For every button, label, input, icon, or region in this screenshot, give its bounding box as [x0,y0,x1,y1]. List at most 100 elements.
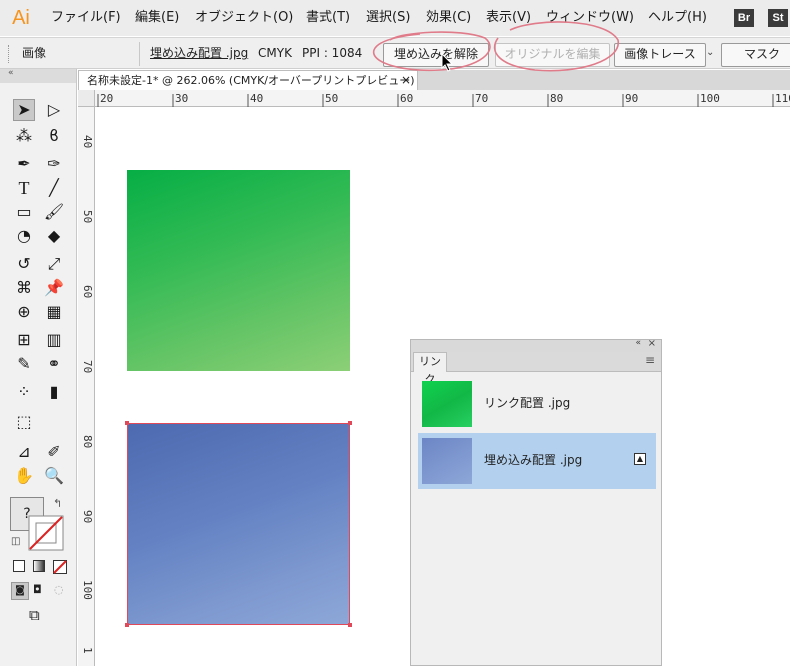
ruler-h-label: 100 [700,92,720,105]
ruler-h-label: 70 [475,92,489,105]
column-graph-tool-icon[interactable]: ▮ [43,381,65,403]
artboard-tool-icon[interactable]: ⬚ [13,411,35,433]
none-mode-icon[interactable] [53,560,67,574]
eyedropper-tool-icon[interactable]: ✎ [13,353,35,375]
ruler-v-label: 100 [81,580,94,600]
collapse-panel-icon[interactable]: « [635,338,641,348]
vertical-ruler[interactable]: 40 50 60 70 80 90 100 1 [78,107,95,666]
ruler-v-label: 40 [81,135,94,149]
file-name-link[interactable]: 埋め込み配置 .jpg [150,46,248,60]
embedded-image-blue[interactable] [125,421,352,627]
ruler-v-label: 80 [81,435,94,449]
paintbrush-tool-icon[interactable]: 🖌 [43,201,65,223]
chevron-down-icon[interactable]: ⌄ [706,47,714,58]
app-logo: Ai [12,7,30,29]
ruler-origin[interactable] [78,90,95,107]
knife-tool-icon[interactable]: ✐ [43,441,65,463]
collapse-panel-icon[interactable]: « [8,68,14,78]
ruler-h-label: 90 [625,92,639,105]
perspective-grid-tool-icon[interactable]: ▦ [43,301,65,323]
mouse-cursor-icon [441,53,454,72]
draw-normal-icon[interactable]: ◙ [11,582,29,600]
tools-panel: « ➤ ▷ ⁂ ϐ ✒ ✑ T ╱ ▭ 🖌 ◔ ◆ ↺ ⤢ ⌘ 📌 ⊕ ▦ ⊞ … [0,68,77,666]
eraser-tool-icon[interactable]: ◆ [43,225,65,247]
panel-menu-icon[interactable]: ≡ [645,353,655,367]
pen-tool-icon[interactable]: ✒ [13,153,35,175]
zoom-tool-icon[interactable]: 🔍 [43,465,65,487]
ppi-label: PPI : 1084 [302,46,363,60]
embedded-icon: ▲ [634,453,646,465]
default-fill-stroke-icon[interactable]: ◫ [11,536,20,547]
selection-handle[interactable] [348,623,352,627]
puppet-warp-tool-icon[interactable]: 📌 [43,277,65,299]
selection-handle[interactable] [125,623,129,627]
gradient-mode-icon[interactable] [33,560,45,572]
link-thumbnail [422,381,472,427]
object-type-label: 画像 [22,46,47,60]
ruler-v-label: 90 [81,510,94,524]
direct-selection-tool-icon[interactable]: ▷ [43,99,65,121]
links-panel-tabbar: リンク ≡ [411,352,661,386]
menu-object[interactable]: オブジェクト(O) [195,10,293,26]
ruler-v-label: 70 [81,360,94,374]
menu-type[interactable]: 書式(T) [306,10,350,26]
line-tool-icon[interactable]: ╱ [43,177,65,199]
lasso-tool-icon[interactable]: ϐ [43,125,65,147]
draw-behind-icon[interactable]: ◘ [33,583,42,596]
ruler-v-label: 60 [81,285,94,299]
ruler-h-label: 80 [550,92,564,105]
menu-edit[interactable]: 編集(E) [135,10,179,26]
link-item-name: 埋め込み配置 .jpg [484,453,583,467]
bridge-button[interactable]: Br [734,9,754,27]
scale-tool-icon[interactable]: ⤢ [43,253,65,275]
link-item[interactable]: リンク配置 .jpg [418,376,656,432]
curvature-tool-icon[interactable]: ✑ [43,153,65,175]
tab-links[interactable]: リンク [413,352,447,386]
rotate-tool-icon[interactable]: ↺ [13,253,35,275]
mesh-tool-icon[interactable]: ⊞ [13,329,35,351]
blend-tool-icon[interactable]: ⚭ [43,353,65,375]
screen-mode-icon[interactable]: ⧉ [29,606,40,624]
ruler-h-label: 50 [325,92,339,105]
symbol-sprayer-tool-icon[interactable]: ⁘ [13,381,35,403]
selection-handle[interactable] [348,421,352,425]
divider [139,42,140,66]
ruler-v-label: 50 [81,210,94,224]
menu-help[interactable]: ヘルプ(H) [648,10,707,26]
ruler-v-label: 1 [81,647,94,654]
shape-builder-tool-icon[interactable]: ⊕ [13,301,35,323]
mask-button[interactable]: マスク [721,43,790,67]
shaper-tool-icon[interactable]: ◔ [13,225,35,247]
ruler-h-label: 30 [175,92,189,105]
ruler-h-label: 20 [100,92,114,105]
menu-file[interactable]: ファイル(F) [51,10,121,26]
width-tool-icon[interactable]: ⌘ [13,277,35,299]
stroke-none-swatch[interactable] [28,515,64,551]
selection-handle[interactable] [125,421,129,425]
gradient-tool-icon[interactable]: ▥ [43,329,65,351]
control-grip[interactable] [8,45,11,63]
ruler-h-label: 110 [775,92,790,105]
close-panel-icon[interactable]: × [648,338,656,349]
link-item-name: リンク配置 .jpg [484,396,571,410]
selection-tool-icon[interactable]: ➤ [13,99,35,121]
draw-inside-icon[interactable]: ◌ [54,583,64,596]
slice-tool-icon[interactable]: ⊿ [13,441,35,463]
links-panel-header[interactable]: « × [411,338,661,352]
horizontal-ruler[interactable]: 20 30 40 50 60 70 80 90 100 110 [78,90,790,107]
link-thumbnail [422,438,472,484]
color-mode-icon[interactable] [13,560,25,572]
ruler-h-label: 60 [400,92,414,105]
linked-image-green[interactable] [127,170,350,371]
swap-fill-stroke-icon[interactable]: ↰ [53,497,62,510]
stock-button[interactable]: St [768,9,788,27]
color-mode-label: CMYK [258,46,292,60]
link-item-selected[interactable]: 埋め込み配置 .jpg ▲ [418,433,656,489]
links-panel: « × リンク ≡ リンク配置 .jpg 埋め込み配置 .jpg ▲ [410,338,662,666]
magic-wand-tool-icon[interactable]: ⁂ [13,125,35,147]
annotation-circles [372,21,619,72]
hand-tool-icon[interactable]: ✋ [13,465,35,487]
rectangle-tool-icon[interactable]: ▭ [13,201,35,223]
type-tool-icon[interactable]: T [13,177,35,199]
ruler-h-label: 40 [250,92,264,105]
